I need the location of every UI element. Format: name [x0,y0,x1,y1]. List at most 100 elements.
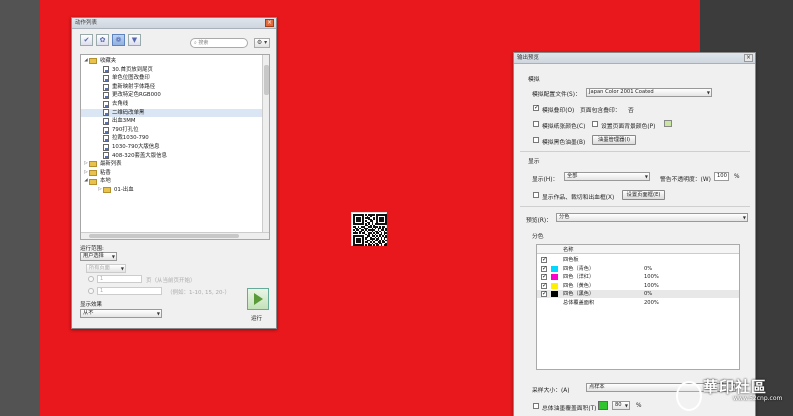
qr-code-image[interactable] [351,212,387,246]
black-ink-checkbox[interactable] [533,137,539,143]
tree-item[interactable]: ▷ 01-出血 [81,186,269,195]
horizontal-scrollbar[interactable] [81,232,269,239]
folder-icon [89,58,97,65]
tree-item-label: 粘香 [100,169,111,176]
show-select[interactable]: 全部 [564,172,650,181]
tree-item[interactable]: ▷ 最新列表 [81,160,269,169]
color-swatch [551,282,558,289]
tree-item-label: 最新列表 [100,161,122,168]
separation-value: 100% [644,274,659,280]
coverage-color-swatch[interactable] [598,401,608,410]
actions-title-bar[interactable]: 动作列表 × [72,18,276,29]
tree-item[interactable]: ▷ 粘香 [81,169,269,178]
range-radio[interactable] [88,288,94,294]
action-icon [103,100,109,108]
action-tree: ◢ 收藏夹 30.首页放到尾页 单色位图改叠印 重新映射字体路径 更改特定色RGB000 去… [80,54,270,240]
table-row[interactable]: 四色（青色） 0% [537,265,739,273]
separation-name: 四色（黄色） [563,282,595,289]
overprint-label: 模拟叠印(O) [542,108,575,114]
color-swatch [551,274,558,280]
tree-item[interactable]: ◢ 本地 [81,177,269,186]
flower-icon[interactable]: ✿ [96,34,109,46]
tree-item[interactable]: 出血3MM [81,117,269,126]
paper-color-label: 模拟纸张颜色(C) [542,124,586,130]
divider [520,206,750,207]
eye-checkbox[interactable] [541,265,547,273]
tree-item[interactable]: ◢ 收藏夹 [81,57,269,66]
trim-label: 显示作品、裁切和出血框(X) [542,195,615,201]
action-icon [103,135,109,143]
separation-value: 100% [644,282,659,289]
ink-manager-button[interactable]: 油墨管理器(I) [592,135,636,145]
check-icon[interactable]: ✔ [80,34,93,46]
tree-item-label: 收藏夹 [100,58,117,64]
preview-mode-select[interactable]: 分色 [556,213,748,222]
profile-select[interactable]: Japan Color 2001 Coated [586,88,712,97]
close-icon[interactable]: × [744,54,753,62]
tree-item[interactable]: 重新映射字体路径 [81,83,269,92]
profile-label: 模拟配置文件(S)： [532,92,581,98]
page-box-button[interactable]: 设置页面框(E) [622,190,665,200]
settings-icon[interactable]: ❁ [112,34,125,46]
tree-item-label: 790打孔位 [112,126,139,133]
search-input[interactable]: ⌕ 搜索 [190,38,248,48]
tree-item[interactable]: 1030-790大版信息 [81,143,269,152]
from-page-input[interactable]: 1 [97,275,142,283]
trim-checkbox[interactable] [533,192,539,198]
vertical-scrollbar[interactable] [262,55,269,239]
action-icon [103,74,109,82]
table-row[interactable]: 四色（洋红） 100% [537,273,739,281]
tree-item-label: 出血3MM [112,118,136,125]
close-icon[interactable]: × [265,19,274,27]
range-input[interactable]: 1 [97,287,162,295]
eye-checkbox[interactable] [541,273,547,281]
paper-color-checkbox[interactable] [533,121,539,127]
eye-checkbox[interactable] [541,290,547,298]
tree-item-label: 去角线 [112,100,129,107]
preview-title-bar[interactable]: 输出预览 × [514,53,755,64]
folder-icon [89,170,97,177]
tree-item[interactable]: 二维码改单黑 [81,108,269,118]
separation-name: 四色（黑色） [563,291,595,297]
gear-menu-button[interactable]: ⚙ ▾ [254,38,270,48]
page-bg-checkbox[interactable] [592,121,598,127]
folder-icon [89,161,97,168]
tree-item[interactable]: 单色位图改叠印 [81,74,269,83]
ink-overprint-label: 页面包含叠印： [580,108,621,114]
total-coverage-label: 总体油墨覆盖面积(T) [542,406,597,412]
total-coverage-select[interactable]: 80 [612,401,630,410]
warn-opacity-input[interactable]: 100 [714,172,729,181]
eye-checkbox[interactable] [541,256,547,264]
run-button[interactable] [247,288,269,310]
pages-select[interactable]: 所有页面 [86,264,126,273]
from-radio[interactable] [88,276,94,282]
tree-item[interactable]: 30.首页放到尾页 [81,66,269,75]
table-row[interactable]: 四色（黄色） 100% [537,282,739,290]
table-row[interactable]: 四色板 [537,256,739,264]
run-label: 运行 [251,316,263,322]
action-icon [103,117,109,125]
tree-item[interactable]: 更改特定色RGB000 [81,91,269,100]
tree-item[interactable]: 去角线 [81,100,269,109]
tree-item[interactable]: 408-320套盖大版信息 [81,152,269,161]
page-bg-color-swatch[interactable] [664,120,672,127]
tree-item[interactable]: 拉裁1030-790 [81,134,269,143]
separation-name: 四色（洋红） [563,274,595,280]
tree-item-label: 重新映射字体路径 [112,83,156,90]
action-icon [103,109,109,117]
separation-value: 0% [644,265,653,272]
eye-checkbox[interactable] [541,282,547,290]
overprint-checkbox[interactable] [533,104,539,111]
watermark: 華印社區 www.52cnp.com [670,376,782,402]
total-coverage-checkbox[interactable] [533,403,539,409]
divider [520,151,750,152]
table-row[interactable]: 四色（黑色） 0% [537,290,739,298]
run-range-select[interactable]: 用户选择 [80,252,117,261]
warn-label: 警告不透明度：(W) [660,177,711,183]
separation-value: 200% [644,299,659,306]
tree-item[interactable]: 790打孔位 [81,126,269,135]
table-row[interactable]: 总体覆盖面积 200% [537,299,739,307]
filter-icon[interactable]: ▼ [128,34,141,46]
action-icon [103,143,109,151]
show-effect-select[interactable]: 从不 [80,309,162,318]
